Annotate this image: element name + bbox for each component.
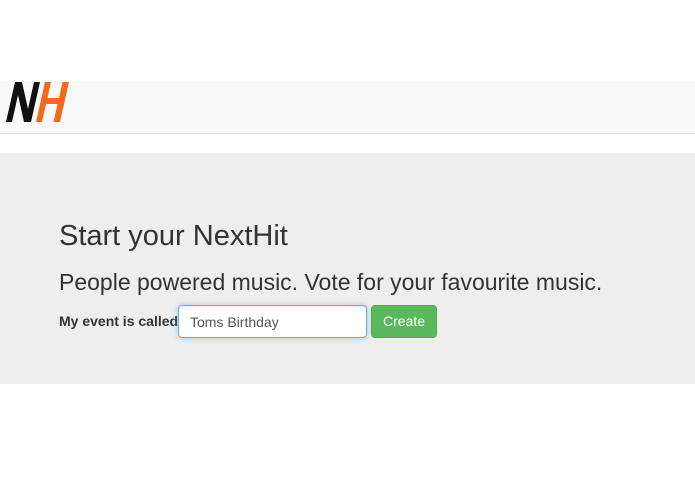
create-button[interactable]: Create: [371, 305, 437, 338]
nexthit-logo[interactable]: [6, 81, 72, 123]
tagline: People powered music. Vote for your favo…: [59, 269, 603, 295]
page-title: Start your NextHit: [59, 220, 288, 252]
event-name-label: My event is called: [59, 313, 179, 329]
navbar: [0, 81, 695, 134]
event-name-input[interactable]: [178, 305, 367, 338]
